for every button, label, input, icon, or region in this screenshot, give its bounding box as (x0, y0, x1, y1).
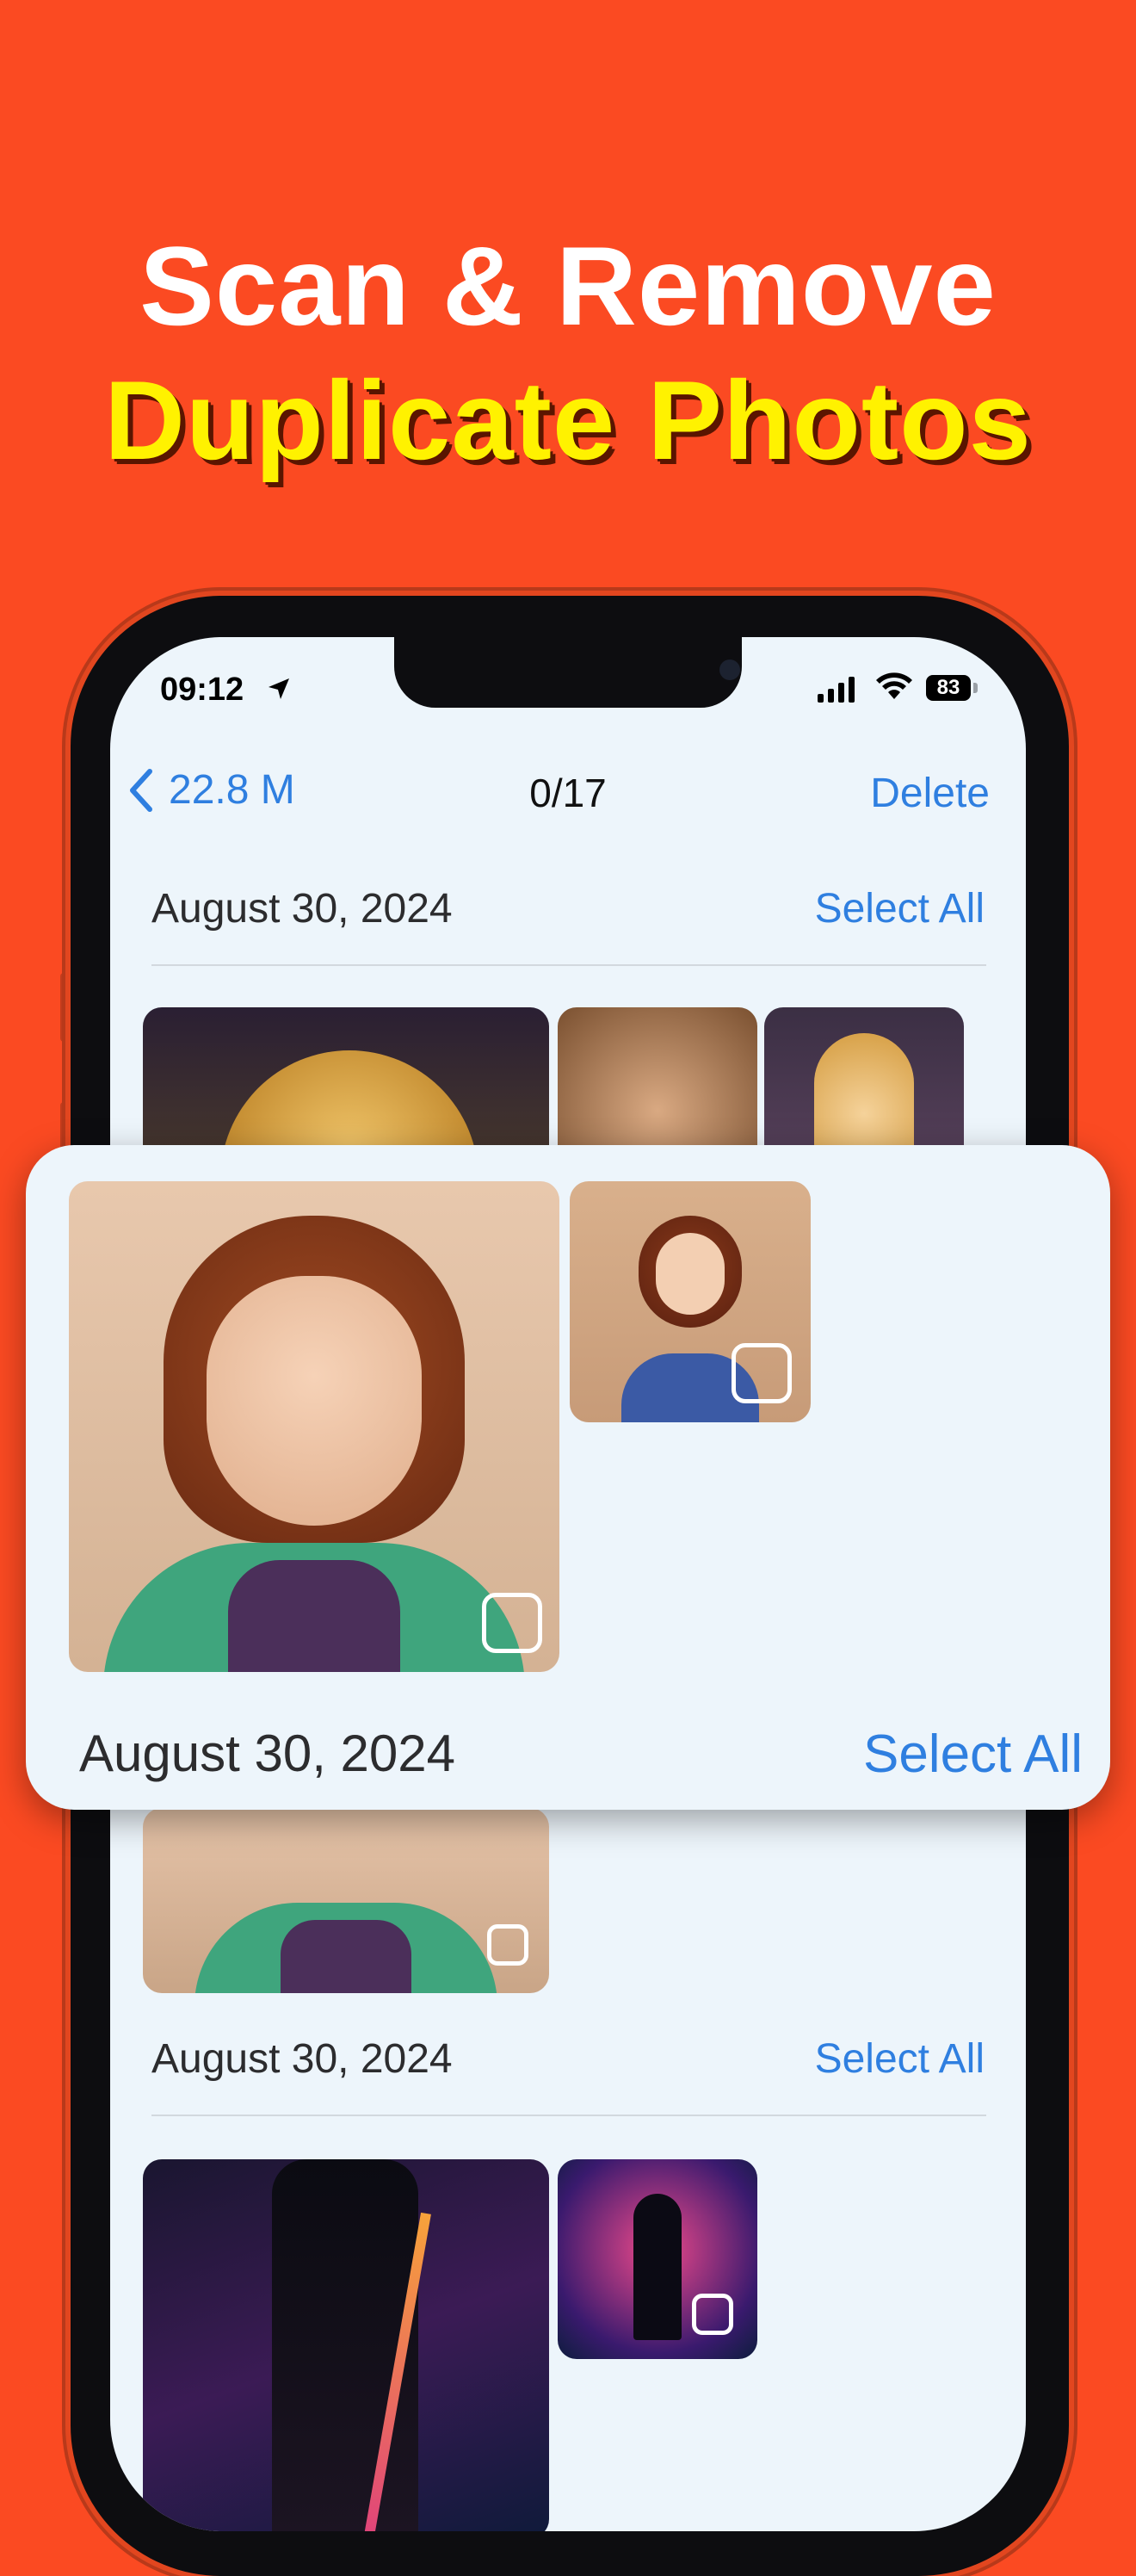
photo-thumbnail[interactable] (143, 1808, 549, 1993)
group-date: August 30, 2024 (151, 2036, 453, 2082)
photo-face-shape (207, 1276, 422, 1526)
select-checkbox[interactable] (482, 1593, 542, 1653)
group-date: August 30, 2024 (151, 886, 453, 932)
photo-thumbnail[interactable] (570, 1181, 811, 1422)
photo-thumbnail[interactable] (558, 2159, 757, 2359)
delete-button[interactable]: Delete (870, 770, 990, 817)
battery-icon: 83 (926, 675, 971, 701)
status-time: 09:12 (160, 672, 244, 708)
wifi-icon (876, 672, 912, 699)
photo-shirt-shape (228, 1560, 400, 1672)
duplicate-group-card: August 30, 2024 Select All (26, 1145, 1110, 1810)
select-checkbox[interactable] (732, 1343, 792, 1403)
group-divider (151, 964, 986, 966)
photo-shirt-shape (281, 1920, 411, 1993)
group-divider (151, 2115, 986, 2116)
photo-face-shape (656, 1233, 725, 1315)
photo-figure-shape (272, 2159, 418, 2531)
select-checkbox[interactable] (692, 2294, 733, 2335)
headline-line2: Duplicate Photos (104, 357, 1032, 483)
battery-tip (973, 683, 978, 693)
photo-thumbnail[interactable] (69, 1181, 559, 1672)
front-camera (719, 659, 740, 680)
dynamic-notch (394, 637, 742, 708)
phone-side-button (60, 973, 71, 1042)
card-date: August 30, 2024 (79, 1725, 456, 1782)
photo-thumbnail[interactable] (143, 2159, 549, 2531)
select-checkbox[interactable] (487, 1924, 528, 1966)
cellular-signal-icon (818, 675, 855, 703)
location-arrow-icon (269, 678, 289, 699)
headline-line1: Scan & Remove (139, 223, 997, 349)
select-all-button[interactable]: Select All (815, 885, 985, 932)
card-select-all-button[interactable]: Select All (863, 1724, 1083, 1785)
photo-figure-shape (633, 2194, 682, 2340)
select-all-button[interactable]: Select All (815, 2035, 985, 2083)
